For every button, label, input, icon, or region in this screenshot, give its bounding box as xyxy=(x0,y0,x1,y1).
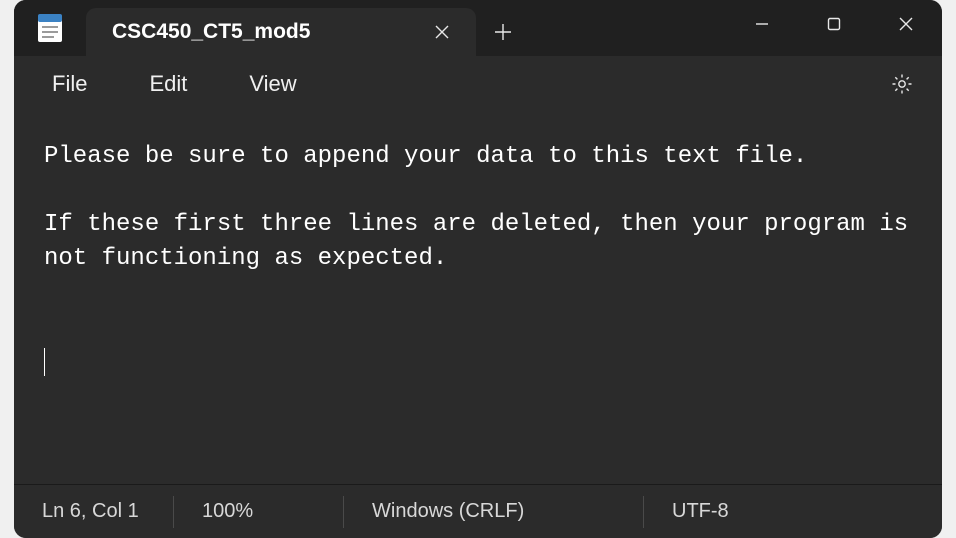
menu-edit[interactable]: Edit xyxy=(133,65,203,103)
maximize-icon xyxy=(826,16,842,32)
titlebar: CSC450_CT5_mod5 xyxy=(14,0,942,56)
minimize-button[interactable] xyxy=(726,0,798,48)
close-icon xyxy=(434,24,450,40)
status-zoom[interactable]: 100% xyxy=(174,496,344,528)
file-tab[interactable]: CSC450_CT5_mod5 xyxy=(86,8,476,56)
tab-title: CSC450_CT5_mod5 xyxy=(112,20,426,44)
notepad-window: CSC450_CT5_mod5 xyxy=(14,0,942,538)
close-window-button[interactable] xyxy=(870,0,942,48)
menu-file[interactable]: File xyxy=(36,65,103,103)
maximize-button[interactable] xyxy=(798,0,870,48)
tab-close-button[interactable] xyxy=(426,16,458,48)
settings-button[interactable] xyxy=(884,66,920,102)
notepad-icon xyxy=(36,12,64,44)
statusbar: Ln 6, Col 1 100% Windows (CRLF) UTF-8 xyxy=(14,484,942,538)
text-caret xyxy=(44,348,45,376)
status-line-endings[interactable]: Windows (CRLF) xyxy=(344,496,644,528)
minimize-icon xyxy=(754,16,770,32)
editor-content: Please be sure to append your data to th… xyxy=(44,143,923,272)
text-editor[interactable]: Please be sure to append your data to th… xyxy=(14,112,942,484)
status-encoding[interactable]: UTF-8 xyxy=(644,496,942,528)
new-tab-button[interactable] xyxy=(476,8,530,56)
menubar: File Edit View xyxy=(14,56,942,112)
menu-view[interactable]: View xyxy=(233,65,312,103)
plus-icon xyxy=(494,23,512,41)
close-icon xyxy=(898,16,914,32)
window-controls xyxy=(726,0,942,56)
status-cursor-position[interactable]: Ln 6, Col 1 xyxy=(14,496,174,528)
gear-icon xyxy=(890,72,914,96)
app-icon xyxy=(14,0,86,56)
titlebar-drag-area[interactable] xyxy=(530,0,726,56)
